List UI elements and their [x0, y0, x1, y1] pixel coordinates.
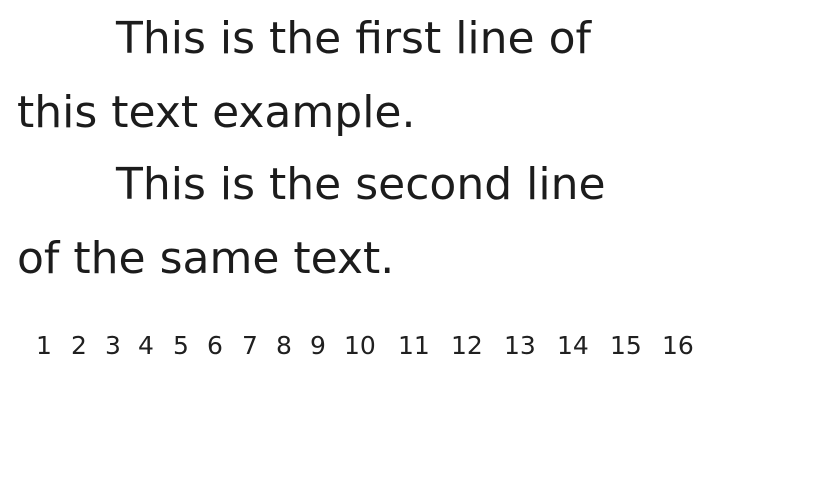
- ruler-number: 1: [36, 331, 52, 360]
- ruler-number: 9: [310, 331, 326, 360]
- ruler-number: 8: [276, 331, 292, 360]
- text-line-2: this text example.: [17, 87, 416, 138]
- ruler-number: 3: [105, 331, 121, 360]
- ruler-number: 16: [662, 331, 694, 360]
- ruler-number: 15: [610, 331, 642, 360]
- text-line-1: This is the first line of: [116, 13, 591, 64]
- ruler-number: 5: [173, 331, 189, 360]
- ruler-number: 13: [504, 331, 536, 360]
- ruler-number: 12: [451, 331, 483, 360]
- ruler-number: 10: [344, 331, 376, 360]
- number-ruler: 1 2 3 4 5 6 7 8 9 10 11 12 13 14 15 16: [0, 330, 820, 362]
- ruler-number: 11: [398, 331, 430, 360]
- text-line-3: This is the second line: [116, 159, 606, 210]
- ruler-number: 2: [71, 331, 87, 360]
- ruler-number: 6: [207, 331, 223, 360]
- ruler-number: 14: [557, 331, 589, 360]
- text-line-4: of the same text.: [17, 233, 395, 284]
- text-document: This is the first line of this text exam…: [0, 0, 820, 486]
- ruler-number: 7: [242, 331, 258, 360]
- ruler-number: 4: [138, 331, 154, 360]
